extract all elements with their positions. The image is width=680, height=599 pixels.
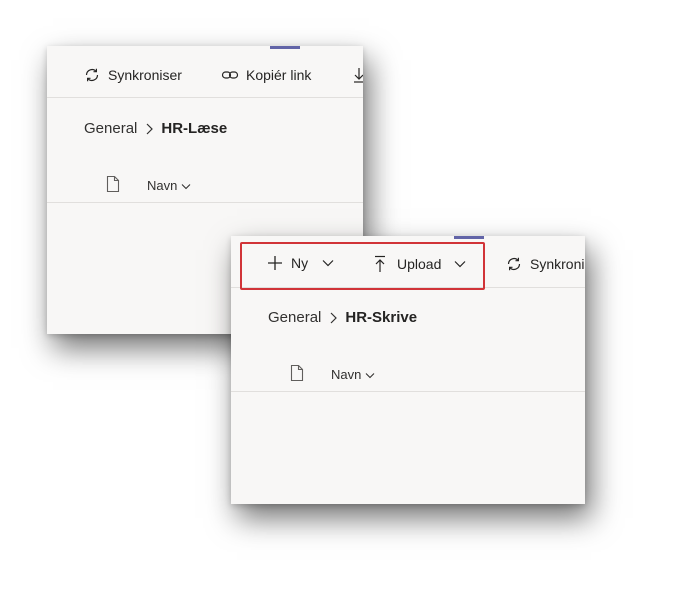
column-header-row: Navn: [290, 364, 375, 385]
chevron-right-icon: [145, 123, 154, 135]
breadcrumb-parent[interactable]: General: [84, 120, 137, 137]
column-header-row: Navn: [106, 175, 191, 196]
sync-label: Synkroniser: [530, 256, 585, 272]
chevron-down-icon: [365, 367, 375, 382]
copy-link-label: Kopiér link: [246, 67, 312, 83]
breadcrumb: General HR-Skrive: [268, 309, 417, 326]
sync-label: Synkroniser: [108, 67, 182, 83]
toolbar-divider: [47, 97, 363, 98]
download-button[interactable]: [352, 66, 363, 84]
header-divider: [47, 202, 363, 203]
active-tab-indicator: [454, 236, 484, 239]
breadcrumb: General HR-Læse: [84, 120, 227, 137]
download-icon: [352, 66, 363, 84]
active-tab-indicator: [270, 46, 300, 49]
sync-icon: [83, 66, 101, 84]
sync-button[interactable]: Synkroniser: [505, 255, 585, 273]
header-divider: [231, 391, 585, 392]
file-type-icon: [106, 175, 120, 196]
sync-button[interactable]: Synkroniser: [83, 66, 182, 84]
breadcrumb-parent[interactable]: General: [268, 309, 321, 326]
name-column-label: Navn: [147, 178, 178, 193]
breadcrumb-current: HR-Læse: [161, 120, 228, 137]
name-column-label: Navn: [331, 367, 362, 382]
chevron-down-icon: [181, 178, 191, 193]
copy-link-button[interactable]: Kopiér link: [221, 66, 311, 84]
chevron-right-icon: [329, 312, 338, 324]
name-column-header[interactable]: Navn: [331, 367, 375, 382]
highlight-box: [240, 242, 485, 290]
file-type-icon: [290, 364, 304, 385]
sync-icon: [505, 255, 523, 273]
breadcrumb-current: HR-Skrive: [345, 309, 418, 326]
name-column-header[interactable]: Navn: [147, 178, 191, 193]
link-icon: [221, 66, 239, 84]
